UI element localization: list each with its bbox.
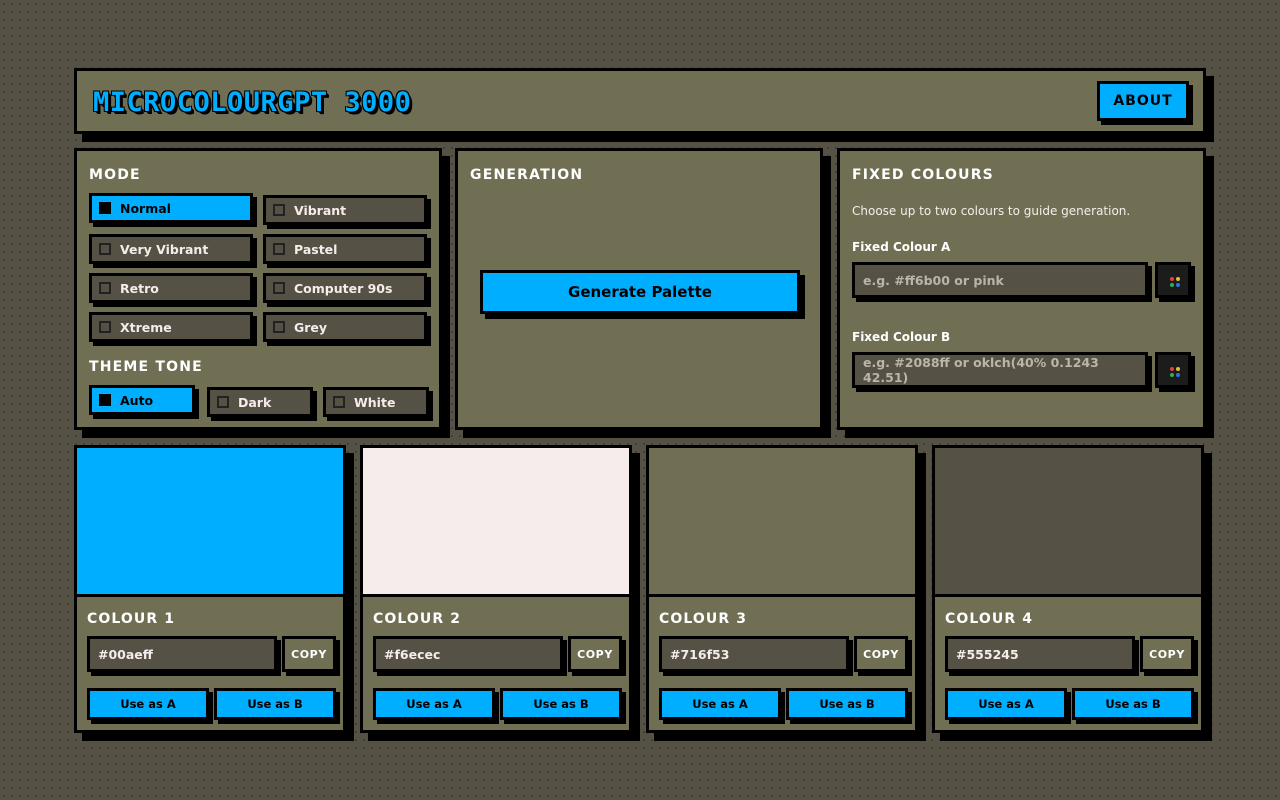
generation-title: GENERATION [470,167,584,183]
copy-button[interactable]: COPY [854,636,908,672]
mode-option-computer-90s[interactable]: Computer 90s [263,273,427,303]
fixed-colour-b-label: Fixed Colour B [852,330,951,344]
theme-tone-title: THEME TONE [89,359,203,375]
about-button[interactable]: ABOUT [1097,81,1189,121]
mode-option-label: Very Vibrant [120,241,209,257]
generation-panel: GENERATION Generate Palette [455,148,823,430]
mode-option-pastel[interactable]: Pastel [263,234,427,264]
colour-swatch [935,448,1201,597]
tone-option-auto[interactable]: Auto [89,385,195,415]
app-title: MICROCOLOURGPT 3000 [93,87,412,118]
colour-title: COLOUR 4 [945,611,1034,627]
mode-option-label: Normal [120,200,171,216]
colour-swatch [363,448,629,597]
mode-panel: MODE Normal Vibrant Very Vibrant Pastel … [74,148,442,430]
tone-option-label: White [354,394,396,410]
palette-icon [1170,367,1180,377]
colour-card-3: COLOUR 3 #716f53 COPY Use as A Use as B [646,445,918,733]
colour-card-4: COLOUR 4 #555245 COPY Use as A Use as B [932,445,1204,733]
mode-option-label: Retro [120,280,159,296]
generate-palette-button[interactable]: Generate Palette [480,270,800,314]
colour-a-picker-button[interactable] [1155,262,1191,298]
hex-value-field[interactable]: #716f53 [659,636,849,672]
tone-option-dark[interactable]: Dark [207,387,313,417]
fixed-colours-title: FIXED COLOURS [852,167,994,183]
hex-value-field[interactable]: #f6ecec [373,636,563,672]
mode-option-grey[interactable]: Grey [263,312,427,342]
colour-b-picker-button[interactable] [1155,352,1191,388]
fixed-colour-a-input[interactable]: e.g. #ff6b00 or pink [852,262,1148,298]
colour-title: COLOUR 2 [373,611,462,627]
mode-option-very-vibrant[interactable]: Very Vibrant [89,234,253,264]
checkbox-icon [273,243,285,255]
mode-option-xtreme[interactable]: Xtreme [89,312,253,342]
use-as-a-button[interactable]: Use as A [659,688,781,720]
checkbox-icon [273,282,285,294]
checkbox-icon [273,321,285,333]
app-header: MICROCOLOURGPT 3000 ABOUT [74,68,1206,134]
checkbox-icon [273,204,285,216]
checkbox-icon [217,396,229,408]
hex-value-field[interactable]: #00aeff [87,636,277,672]
mode-option-retro[interactable]: Retro [89,273,253,303]
mode-option-label: Xtreme [120,319,172,335]
colour-swatch [649,448,915,597]
palette-icon [1170,277,1180,287]
mode-option-label: Grey [294,319,328,335]
fixed-colours-panel: FIXED COLOURS Choose up to two colours t… [837,148,1206,430]
colour-title: COLOUR 3 [659,611,748,627]
colour-card-1: COLOUR 1 #00aeff COPY Use as A Use as B [74,445,346,733]
checkbox-icon [99,243,111,255]
mode-option-label: Computer 90s [294,280,393,296]
tone-option-white[interactable]: White [323,387,429,417]
mode-option-vibrant[interactable]: Vibrant [263,195,427,225]
colour-card-2: COLOUR 2 #f6ecec COPY Use as A Use as B [360,445,632,733]
mode-option-label: Pastel [294,241,338,257]
checkbox-icon [333,396,345,408]
fixed-colour-b-input[interactable]: e.g. #2088ff or oklch(40% 0.1243 42.51) [852,352,1148,388]
checkbox-icon [99,202,111,214]
use-as-b-button[interactable]: Use as B [1072,688,1194,720]
fixed-colours-help: Choose up to two colours to guide genera… [852,204,1131,218]
use-as-a-button[interactable]: Use as A [373,688,495,720]
checkbox-icon [99,282,111,294]
use-as-a-button[interactable]: Use as A [87,688,209,720]
checkbox-icon [99,394,111,406]
mode-option-label: Vibrant [294,202,347,218]
tone-option-label: Auto [120,392,154,408]
checkbox-icon [99,321,111,333]
use-as-b-button[interactable]: Use as B [786,688,908,720]
mode-title: MODE [89,167,141,183]
copy-button[interactable]: COPY [568,636,622,672]
hex-value-field[interactable]: #555245 [945,636,1135,672]
copy-button[interactable]: COPY [1140,636,1194,672]
mode-option-normal[interactable]: Normal [89,193,253,223]
tone-option-label: Dark [238,394,272,410]
use-as-b-button[interactable]: Use as B [214,688,336,720]
colour-swatch [77,448,343,597]
use-as-b-button[interactable]: Use as B [500,688,622,720]
copy-button[interactable]: COPY [282,636,336,672]
use-as-a-button[interactable]: Use as A [945,688,1067,720]
fixed-colour-a-label: Fixed Colour A [852,240,951,254]
colour-title: COLOUR 1 [87,611,176,627]
